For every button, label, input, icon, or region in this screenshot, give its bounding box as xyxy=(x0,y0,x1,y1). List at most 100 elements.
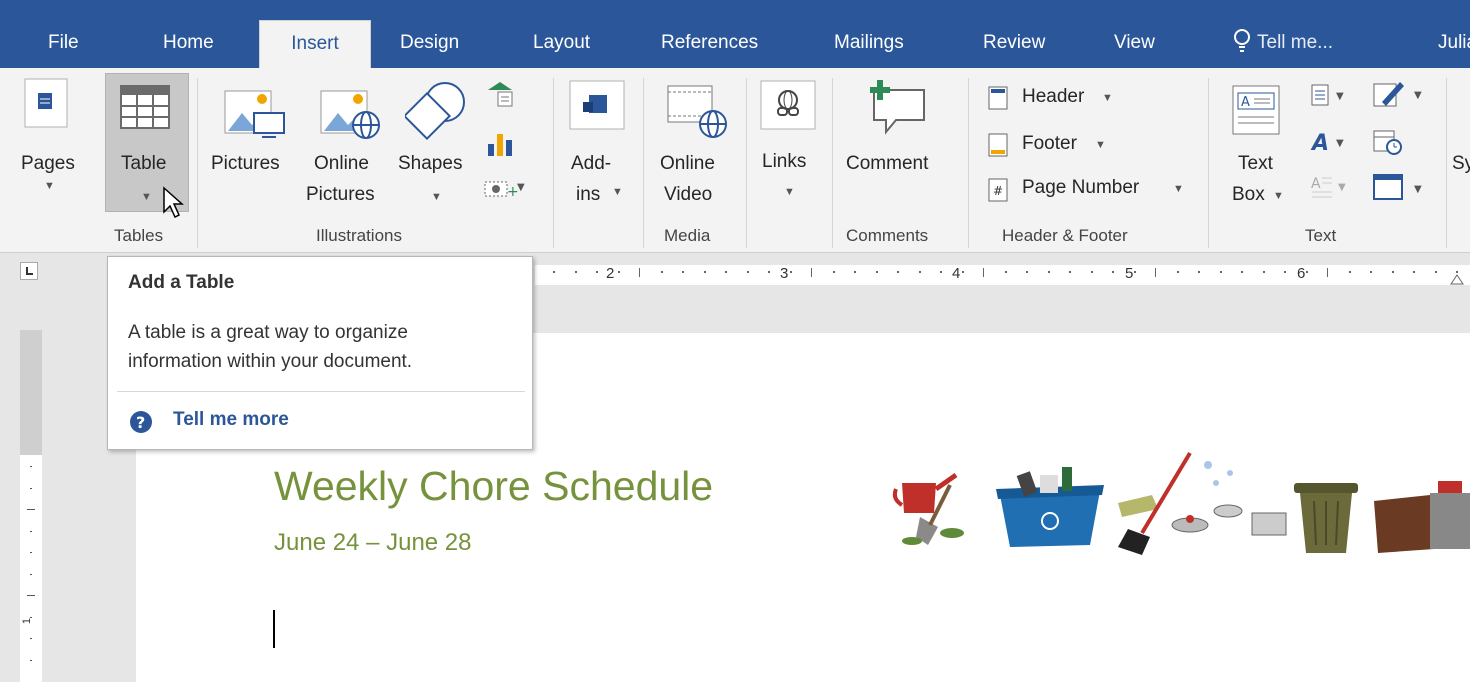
vertical-ruler-tick xyxy=(30,573,32,575)
svg-text:A: A xyxy=(1311,176,1321,192)
tab-view[interactable]: View xyxy=(1114,32,1155,54)
addins-button[interactable]: ins xyxy=(576,184,600,206)
tab-design[interactable]: Design xyxy=(400,32,459,54)
object-icon: ▼ xyxy=(1372,172,1428,207)
date-time-icon xyxy=(1372,127,1404,162)
online-pictures-label-1: Online xyxy=(314,153,369,174)
chart-icon xyxy=(486,130,516,163)
ruler-tick xyxy=(1069,271,1071,273)
ruler-tick xyxy=(1434,271,1437,273)
chevron-down-icon: ▼ xyxy=(784,186,795,198)
ruler-tick xyxy=(1133,271,1136,273)
comment-button[interactable]: Comment xyxy=(846,153,928,175)
vertical-ruler-tick xyxy=(30,487,32,489)
online-video-icon xyxy=(667,82,729,147)
page-number-button[interactable]: Page Number xyxy=(1022,177,1139,199)
help-icon: ? xyxy=(129,410,153,439)
pages-button[interactable]: Pages xyxy=(21,153,75,175)
ruler-number: 2 xyxy=(606,265,615,282)
chore-clipart xyxy=(890,445,1470,570)
ruler-tick xyxy=(768,271,770,273)
ruler-tick xyxy=(983,268,984,277)
smartart-icon xyxy=(486,80,516,115)
tab-insert[interactable]: Insert xyxy=(259,20,371,68)
right-indent-marker[interactable] xyxy=(1450,272,1464,290)
ruler-tick xyxy=(854,271,856,273)
tell-me-search[interactable]: Tell me... xyxy=(1257,32,1333,54)
document-title[interactable]: Weekly Chore Schedule xyxy=(274,463,713,510)
svg-text:?: ? xyxy=(136,413,145,432)
ruler-number: 6 xyxy=(1297,265,1306,282)
chevron-down-icon: ▼ xyxy=(612,186,623,198)
shapes-button[interactable]: Shapes xyxy=(398,153,462,175)
chevron-down-icon: ▼ xyxy=(431,191,442,203)
text-box-label-1: Text xyxy=(1238,153,1273,174)
svg-text:#: # xyxy=(993,184,1003,198)
pictures-button[interactable]: Pictures xyxy=(211,153,280,175)
chevron-down-icon: ▼ xyxy=(1102,92,1113,104)
ruler-tick xyxy=(918,271,921,273)
tooltip-body-line-1: A table is a great way to organize xyxy=(128,322,408,343)
ruler-tick xyxy=(639,268,640,277)
group-label-tables: Tables xyxy=(114,226,164,245)
tab-home[interactable]: Home xyxy=(163,32,214,54)
ruler-tick xyxy=(1219,271,1222,273)
footer-button[interactable]: Footer xyxy=(1022,133,1077,155)
pictures-icon xyxy=(224,83,288,148)
online-pictures-icon xyxy=(320,83,384,148)
symbols-button[interactable]: Sy xyxy=(1452,153,1470,175)
group-divider xyxy=(1208,78,1209,248)
vertical-ruler-tick xyxy=(27,509,35,510)
document-subtitle[interactable]: June 24 – June 28 xyxy=(274,529,472,557)
chevron-down-icon: ▼ xyxy=(1095,139,1106,151)
svg-text:▼: ▼ xyxy=(1414,184,1422,195)
group-label-media: Media xyxy=(664,226,711,245)
ruler-tick xyxy=(1176,271,1179,273)
tab-selector-button[interactable] xyxy=(20,262,38,280)
tooltip-title: Add a Table xyxy=(128,272,235,293)
ruler-tick xyxy=(1348,271,1351,273)
ruler-number: 3 xyxy=(780,265,789,282)
group-divider xyxy=(643,78,644,248)
ruler-tick xyxy=(617,271,620,273)
ruler-tick xyxy=(1284,271,1286,273)
tell-me-more-link[interactable]: Tell me more xyxy=(173,409,289,431)
header-button[interactable]: Header xyxy=(1022,86,1084,108)
group-divider xyxy=(746,78,747,248)
ruler-tick xyxy=(961,271,964,273)
ruler-tick xyxy=(811,268,812,277)
table-grid-icon xyxy=(120,85,170,134)
group-divider xyxy=(1446,78,1447,248)
links-icon xyxy=(760,80,816,135)
vertical-ruler-tick xyxy=(30,638,32,639)
svg-text:A: A xyxy=(1310,131,1329,154)
group-label-comments: Comments xyxy=(846,226,929,245)
ruler-tick xyxy=(1047,271,1050,273)
ruler-tick xyxy=(703,271,706,273)
user-name[interactable]: Julia xyxy=(1438,32,1470,54)
chevron-down-icon: ▼ xyxy=(1173,183,1184,195)
tab-references[interactable]: References xyxy=(661,32,758,54)
online-pictures-label-2: Pictures xyxy=(306,184,375,205)
tab-mailings[interactable]: Mailings xyxy=(834,32,904,54)
ruler-tick xyxy=(1391,271,1394,273)
group-label-header-footer: Header & Footer xyxy=(1002,226,1128,245)
header-icon xyxy=(988,86,1008,115)
chevron-down-icon: ▼ xyxy=(44,180,55,192)
vertical-ruler-tick xyxy=(30,552,32,553)
chevron-down-icon: ▼ xyxy=(1273,190,1284,202)
drop-cap-icon: A ▼ xyxy=(1310,172,1354,207)
addins-label-1: Add- xyxy=(571,153,612,174)
ruler-tick xyxy=(1026,271,1028,273)
tooltip-divider xyxy=(117,391,525,392)
tab-file[interactable]: File xyxy=(48,32,79,54)
ruler-number: 5 xyxy=(1125,265,1134,282)
ruler-tick xyxy=(682,271,684,273)
text-box-button[interactable]: Box xyxy=(1232,184,1265,206)
ruler-tick xyxy=(746,271,749,273)
tab-review[interactable]: Review xyxy=(983,32,1045,54)
tab-layout[interactable]: Layout xyxy=(533,32,590,54)
links-button[interactable]: Links xyxy=(762,151,806,173)
online-video-button[interactable]: Video xyxy=(664,184,712,206)
ruler-number: 4 xyxy=(952,265,961,282)
